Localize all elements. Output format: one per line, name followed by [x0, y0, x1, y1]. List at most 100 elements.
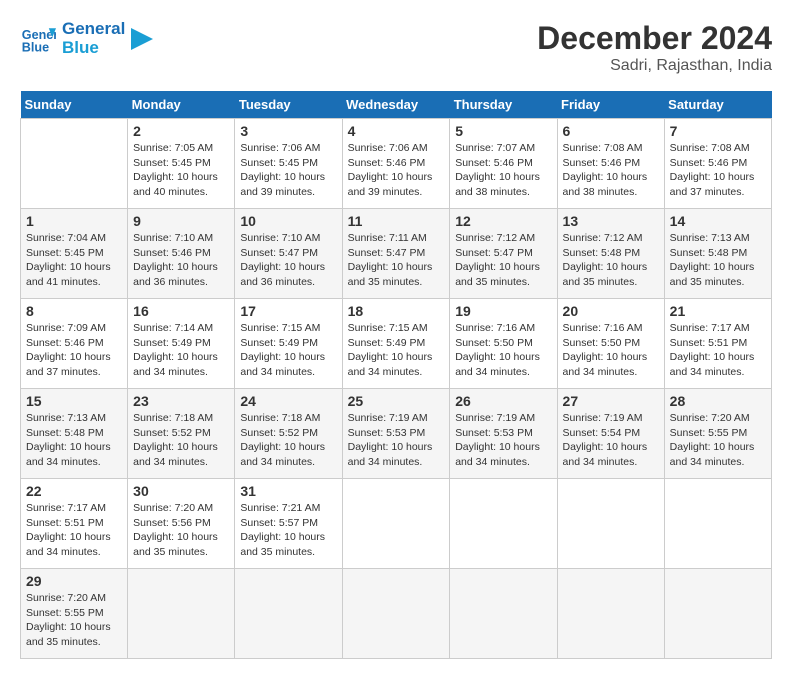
calendar-cell: [342, 479, 450, 569]
day-info: Sunrise: 7:14 AM Sunset: 5:49 PM Dayligh…: [133, 321, 229, 380]
day-info: Sunrise: 7:11 AM Sunset: 5:47 PM Dayligh…: [348, 231, 445, 290]
day-number: 5: [455, 123, 551, 139]
col-monday: Monday: [128, 91, 235, 119]
day-number: 10: [240, 213, 336, 229]
day-number: 21: [670, 303, 766, 319]
day-number: 2: [133, 123, 229, 139]
calendar-cell: 14Sunrise: 7:13 AM Sunset: 5:48 PM Dayli…: [664, 209, 771, 299]
calendar-cell: 26Sunrise: 7:19 AM Sunset: 5:53 PM Dayli…: [450, 389, 557, 479]
day-info: Sunrise: 7:15 AM Sunset: 5:49 PM Dayligh…: [240, 321, 336, 380]
col-thursday: Thursday: [450, 91, 557, 119]
day-info: Sunrise: 7:19 AM Sunset: 5:54 PM Dayligh…: [563, 411, 659, 470]
day-info: Sunrise: 7:20 AM Sunset: 5:56 PM Dayligh…: [133, 501, 229, 560]
calendar-cell: 27 Sunrise: 7:19 AM Sunset: 5:54 PM Dayli…: [557, 389, 664, 479]
calendar-cell: [450, 479, 557, 569]
calendar-cell: [557, 569, 664, 659]
col-sunday: Sunday: [21, 91, 128, 119]
day-number: 15: [26, 393, 122, 409]
day-info: Sunrise: 7:07 AM Sunset: 5:46 PM Dayligh…: [455, 141, 551, 200]
day-number: 1: [26, 213, 122, 229]
calendar-cell: 6 Sunrise: 7:08 AM Sunset: 5:46 PM Daylig…: [557, 119, 664, 209]
day-number: 26: [455, 393, 551, 409]
day-info: Sunrise: 7:17 AM Sunset: 5:51 PM Dayligh…: [26, 501, 122, 560]
day-number: 13: [563, 213, 659, 229]
day-info: Sunrise: 7:05 AM Sunset: 5:45 PM Dayligh…: [133, 141, 229, 200]
calendar-cell: 28Sunrise: 7:20 AM Sunset: 5:55 PM Dayli…: [664, 389, 771, 479]
day-number: 6: [563, 123, 659, 139]
calendar-cell: 16 Sunrise: 7:14 AM Sunset: 5:49 PM Dayli…: [128, 299, 235, 389]
calendar-cell: 12Sunrise: 7:12 AM Sunset: 5:47 PM Dayli…: [450, 209, 557, 299]
day-info: Sunrise: 7:18 AM Sunset: 5:52 PM Dayligh…: [133, 411, 229, 470]
calendar-cell: 15 Sunrise: 7:13 AM Sunset: 5:48 PM Dayli…: [21, 389, 128, 479]
calendar-cell: 20 Sunrise: 7:16 AM Sunset: 5:50 PM Dayli…: [557, 299, 664, 389]
day-info: Sunrise: 7:20 AM Sunset: 5:55 PM Dayligh…: [26, 591, 122, 650]
day-number: 16: [133, 303, 229, 319]
day-info: Sunrise: 7:08 AM Sunset: 5:46 PM Dayligh…: [670, 141, 766, 200]
day-info: Sunrise: 7:19 AM Sunset: 5:53 PM Dayligh…: [348, 411, 445, 470]
day-number: 30: [133, 483, 229, 499]
calendar-cell: [557, 479, 664, 569]
calendar-cell: [128, 569, 235, 659]
day-number: 31: [240, 483, 336, 499]
day-info: Sunrise: 7:15 AM Sunset: 5:49 PM Dayligh…: [348, 321, 445, 380]
calendar-cell: 13Sunrise: 7:12 AM Sunset: 5:48 PM Dayli…: [557, 209, 664, 299]
day-number: 24: [240, 393, 336, 409]
calendar-cell: 24 Sunrise: 7:18 AM Sunset: 5:52 PM Dayli…: [235, 389, 342, 479]
day-number: 27: [563, 393, 659, 409]
calendar-cell: 31 Sunrise: 7:21 AM Sunset: 5:57 PM Dayli…: [235, 479, 342, 569]
day-info: Sunrise: 7:09 AM Sunset: 5:46 PM Dayligh…: [26, 321, 122, 380]
col-friday: Friday: [557, 91, 664, 119]
day-info: Sunrise: 7:17 AM Sunset: 5:51 PM Dayligh…: [670, 321, 766, 380]
calendar-table: Sunday Monday Tuesday Wednesday Thursday…: [20, 91, 772, 659]
calendar-cell: [450, 569, 557, 659]
calendar-cell: 25 Sunrise: 7:19 AM Sunset: 5:53 PM Dayli…: [342, 389, 450, 479]
day-info: Sunrise: 7:18 AM Sunset: 5:52 PM Dayligh…: [240, 411, 336, 470]
calendar-cell: [21, 119, 128, 209]
day-info: Sunrise: 7:13 AM Sunset: 5:48 PM Dayligh…: [670, 231, 766, 290]
calendar-cell: 2 Sunrise: 7:05 AM Sunset: 5:45 PM Daylig…: [128, 119, 235, 209]
header-row: Sunday Monday Tuesday Wednesday Thursday…: [21, 91, 772, 119]
day-info: Sunrise: 7:04 AM Sunset: 5:45 PM Dayligh…: [26, 231, 122, 290]
calendar-cell: 18 Sunrise: 7:15 AM Sunset: 5:49 PM Dayli…: [342, 299, 450, 389]
day-info: Sunrise: 7:08 AM Sunset: 5:46 PM Dayligh…: [563, 141, 659, 200]
day-number: 29: [26, 573, 122, 589]
calendar-row: 1 Sunrise: 7:04 AM Sunset: 5:45 PM Daylig…: [21, 209, 772, 299]
calendar-cell: 1 Sunrise: 7:04 AM Sunset: 5:45 PM Daylig…: [21, 209, 128, 299]
day-info: Sunrise: 7:13 AM Sunset: 5:48 PM Dayligh…: [26, 411, 122, 470]
day-number: 7: [670, 123, 766, 139]
calendar-cell: 4 Sunrise: 7:06 AM Sunset: 5:46 PM Daylig…: [342, 119, 450, 209]
logo-general: General: [62, 20, 125, 39]
day-number: 3: [240, 123, 336, 139]
day-number: 4: [348, 123, 445, 139]
calendar-cell: 23Sunrise: 7:18 AM Sunset: 5:52 PM Dayli…: [128, 389, 235, 479]
day-number: 9: [133, 213, 229, 229]
day-number: 18: [348, 303, 445, 319]
calendar-cell: 3Sunrise: 7:06 AM Sunset: 5:45 PM Daylig…: [235, 119, 342, 209]
day-info: Sunrise: 7:10 AM Sunset: 5:47 PM Dayligh…: [240, 231, 336, 290]
calendar-cell: 10 Sunrise: 7:10 AM Sunset: 5:47 PM Dayli…: [235, 209, 342, 299]
calendar-cell: 22Sunrise: 7:17 AM Sunset: 5:51 PM Dayli…: [21, 479, 128, 569]
calendar-row: 2 Sunrise: 7:05 AM Sunset: 5:45 PM Daylig…: [21, 119, 772, 209]
calendar-cell: [235, 569, 342, 659]
title-block: December 2024 Sadri, Rajasthan, India: [537, 20, 772, 75]
calendar-cell: 21 Sunrise: 7:17 AM Sunset: 5:51 PM Dayli…: [664, 299, 771, 389]
day-number: 19: [455, 303, 551, 319]
logo-blue: Blue: [62, 39, 125, 58]
calendar-row: 29 Sunrise: 7:20 AM Sunset: 5:55 PM Dayli…: [21, 569, 772, 659]
calendar-cell: 29 Sunrise: 7:20 AM Sunset: 5:55 PM Dayli…: [21, 569, 128, 659]
svg-text:Blue: Blue: [22, 40, 49, 54]
calendar-cell: 8Sunrise: 7:09 AM Sunset: 5:46 PM Daylig…: [21, 299, 128, 389]
day-number: 25: [348, 393, 445, 409]
calendar-cell: 11Sunrise: 7:11 AM Sunset: 5:47 PM Dayli…: [342, 209, 450, 299]
day-info: Sunrise: 7:06 AM Sunset: 5:46 PM Dayligh…: [348, 141, 445, 200]
calendar-cell: 9Sunrise: 7:10 AM Sunset: 5:46 PM Daylig…: [128, 209, 235, 299]
page-header: General Blue General Blue December 2024 …: [20, 20, 772, 75]
logo-icon: General Blue: [20, 21, 56, 57]
calendar-cell: 19Sunrise: 7:16 AM Sunset: 5:50 PM Dayli…: [450, 299, 557, 389]
calendar-cell: 30 Sunrise: 7:20 AM Sunset: 5:56 PM Dayli…: [128, 479, 235, 569]
col-saturday: Saturday: [664, 91, 771, 119]
day-number: 20: [563, 303, 659, 319]
day-info: Sunrise: 7:21 AM Sunset: 5:57 PM Dayligh…: [240, 501, 336, 560]
calendar-cell: 7 Sunrise: 7:08 AM Sunset: 5:46 PM Daylig…: [664, 119, 771, 209]
day-info: Sunrise: 7:16 AM Sunset: 5:50 PM Dayligh…: [563, 321, 659, 380]
